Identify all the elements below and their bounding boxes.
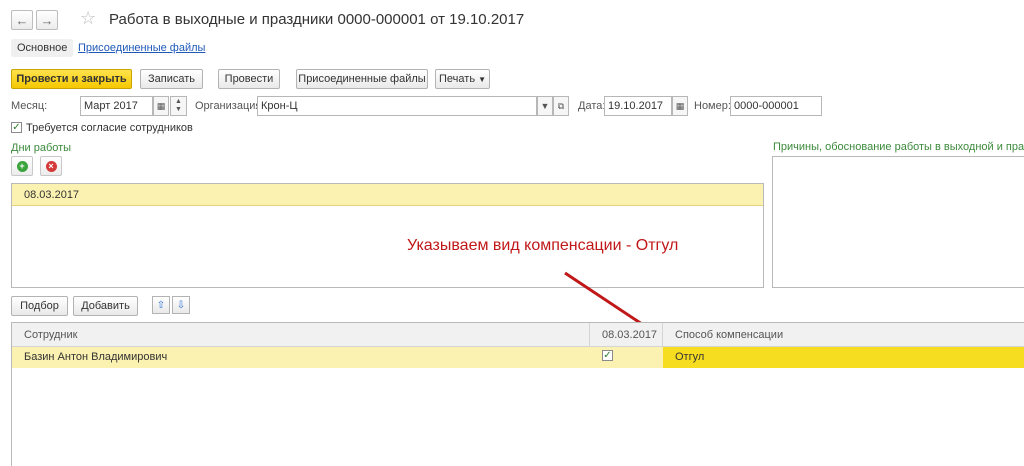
move-down-icon[interactable]: ⇩ [172,296,190,314]
date-checkbox[interactable]: ✓ [602,350,613,361]
column-date[interactable]: 08.03.2017 [589,323,662,347]
column-employee[interactable]: Сотрудник [12,323,589,347]
compensation-value: Отгул [675,351,705,363]
employee-name: Базин Антон Владимирович [24,351,168,363]
column-compensation[interactable]: Способ компенсации [662,323,1024,347]
table-row[interactable]: Базин Антон Владимирович ✓ Отгул [12,347,1024,368]
add-button[interactable]: Добавить [73,296,138,316]
move-up-icon[interactable]: ⇧ [152,296,170,314]
compensation-cell[interactable]: Отгул [663,347,1024,368]
checkmark-icon: ✓ [603,350,612,361]
pick-button[interactable]: Подбор [11,296,68,316]
